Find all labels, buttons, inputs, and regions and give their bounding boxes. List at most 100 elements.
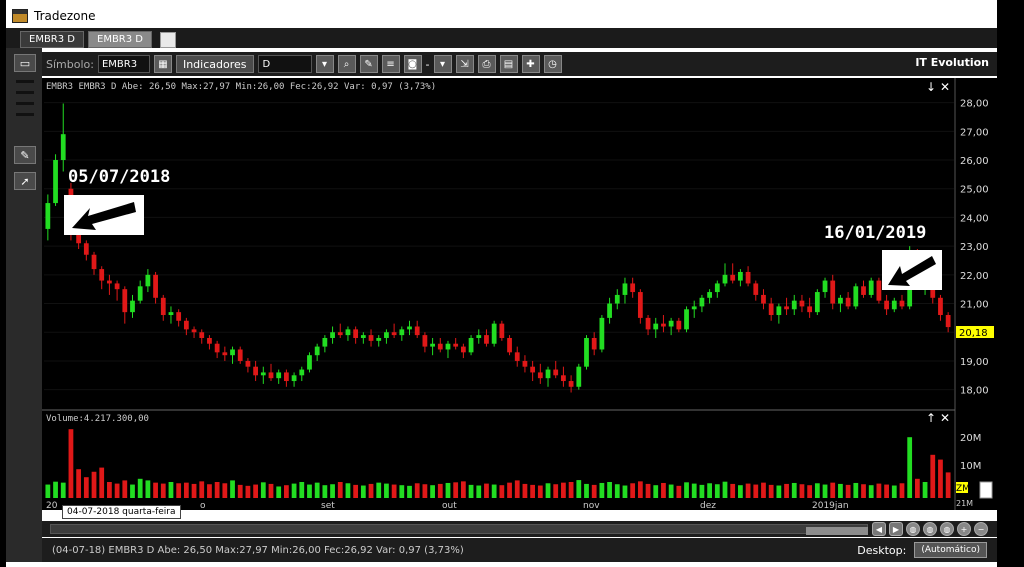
crosshair-icon[interactable]: ✚ — [521, 55, 540, 73]
volume-bar — [514, 480, 520, 498]
dropdown-icon[interactable]: ▾ — [315, 55, 334, 73]
candle-body — [422, 335, 428, 347]
candle-body — [476, 335, 482, 338]
horizontal-scrollbar[interactable]: ◀ ▶ ◍ ◍ ◍ + − — [42, 521, 997, 537]
candle-body — [53, 160, 58, 204]
scroll-buttons: ◀ ▶ ◍ ◍ ◍ + − — [872, 522, 988, 536]
new-tab-icon[interactable] — [160, 32, 176, 48]
panel-down-arrow-icon[interactable]: ↓ — [926, 80, 936, 94]
zoom-in-icon[interactable]: + — [957, 522, 971, 536]
window-square-icon[interactable]: ▭ — [14, 54, 36, 72]
candle-body — [207, 337, 212, 344]
volume-bar — [337, 482, 343, 498]
scroll-right-icon[interactable]: ▶ — [889, 522, 903, 536]
desktop-mode-button[interactable]: (Automático) — [914, 542, 987, 558]
volume-bar — [930, 454, 936, 498]
scroll-thumb[interactable] — [806, 527, 868, 535]
candle-body — [853, 286, 859, 307]
volume-bar — [622, 485, 628, 498]
volume-up-arrow-icon[interactable]: ↑ — [926, 411, 936, 425]
chart-area[interactable]: 28,00 27,00 26,00 25,00 24,00 23,00 22,00 21,00… — [42, 78, 997, 510]
scroll-left-icon[interactable]: ◀ — [872, 522, 886, 536]
volume-bar — [384, 483, 389, 498]
candle-body — [168, 312, 174, 316]
edit-icon[interactable]: ✎ — [359, 55, 378, 73]
volume-bar — [591, 484, 597, 498]
volume-bar — [791, 482, 797, 498]
candle-body — [514, 352, 520, 361]
volume-axis-box[interactable] — [979, 481, 993, 499]
volume-bar — [437, 483, 443, 498]
building-icon[interactable]: ▦ — [153, 55, 172, 73]
volume-bar — [861, 484, 866, 498]
symbol-input[interactable] — [97, 55, 150, 73]
volume-bar — [291, 483, 297, 498]
print-icon[interactable]: ⎙ — [477, 55, 496, 73]
wrench-icon[interactable]: ✎ — [14, 146, 36, 164]
candle-body — [237, 349, 243, 361]
indicators-button[interactable]: Indicadores — [175, 55, 254, 73]
candle-body — [414, 326, 420, 336]
volume-bar — [761, 482, 766, 498]
tab-embr3-d-2[interactable]: EMBR3 D — [88, 31, 152, 48]
candle-body — [776, 306, 782, 316]
volume-bar — [491, 484, 497, 498]
export-icon[interactable]: ⇲ — [455, 55, 474, 73]
candle-body — [561, 375, 566, 382]
panel-close-icon[interactable]: ✕ — [940, 80, 950, 94]
candlestick-chart[interactable]: 28,00 27,00 26,00 25,00 24,00 23,00 22,00 21,00… — [42, 78, 997, 510]
candle-body — [160, 297, 166, 316]
list-icon[interactable]: ≡ — [381, 55, 400, 73]
period-select[interactable]: D — [257, 55, 312, 73]
volume-bar — [468, 484, 474, 498]
candle-body — [668, 320, 674, 327]
candle-body — [91, 254, 97, 270]
candle-body — [437, 343, 443, 350]
brand-label: IT Evolution — [915, 56, 989, 69]
volume-bar — [430, 485, 435, 498]
zoom-fit-icon[interactable]: ◍ — [906, 522, 920, 536]
document-icon[interactable]: ▤ — [499, 55, 518, 73]
clock-icon[interactable]: ◷ — [543, 55, 562, 73]
candle-body — [99, 269, 105, 281]
volume-bar — [807, 485, 813, 498]
volume-close-icon[interactable]: ✕ — [940, 411, 950, 425]
candle-body — [130, 300, 135, 313]
candle-body — [322, 337, 328, 347]
candle-body — [191, 329, 197, 333]
candle-body — [484, 335, 489, 344]
status-bar: (04-07-18) EMBR3 D Abe: 26,50 Max:27,97 … — [42, 538, 997, 562]
volume-bar — [691, 483, 697, 498]
volume-bar — [307, 484, 312, 498]
volume-bar — [284, 485, 289, 498]
volume-bar — [661, 482, 666, 498]
volume-bar — [168, 482, 174, 498]
volume-bar — [345, 483, 351, 498]
camera-icon[interactable]: ◙ — [403, 55, 422, 73]
price-tick-label: 18,00 — [960, 386, 989, 397]
drawing-lines-icon[interactable] — [16, 80, 34, 136]
dropdown-icon-2[interactable]: ▾ — [433, 55, 452, 73]
volume-bar — [707, 483, 712, 498]
candle-body — [76, 234, 82, 244]
candle-body — [591, 337, 597, 350]
candle-body — [491, 323, 497, 344]
candle-body — [399, 329, 405, 336]
tab-embr3-d-1[interactable]: EMBR3 D — [20, 31, 84, 48]
candle-body — [622, 283, 628, 295]
price-tick-label: 19,00 — [960, 357, 989, 368]
volume-bar — [314, 482, 320, 498]
candle-body — [607, 303, 612, 318]
zoom-range-icon[interactable]: ◍ — [923, 522, 937, 536]
candle-body — [260, 372, 266, 376]
zoom-out-icon[interactable]: − — [974, 522, 988, 536]
pointer-icon[interactable]: ➚ — [14, 172, 36, 190]
volume-bar — [868, 485, 874, 498]
candle-body — [83, 243, 89, 255]
volume-bar — [260, 482, 266, 498]
zoom-page-icon[interactable]: ◍ — [940, 522, 954, 536]
candle-body — [745, 271, 751, 284]
candle-body — [791, 300, 797, 310]
zoom-icon[interactable]: ⌕ — [337, 55, 356, 73]
scroll-track[interactable] — [50, 524, 868, 535]
